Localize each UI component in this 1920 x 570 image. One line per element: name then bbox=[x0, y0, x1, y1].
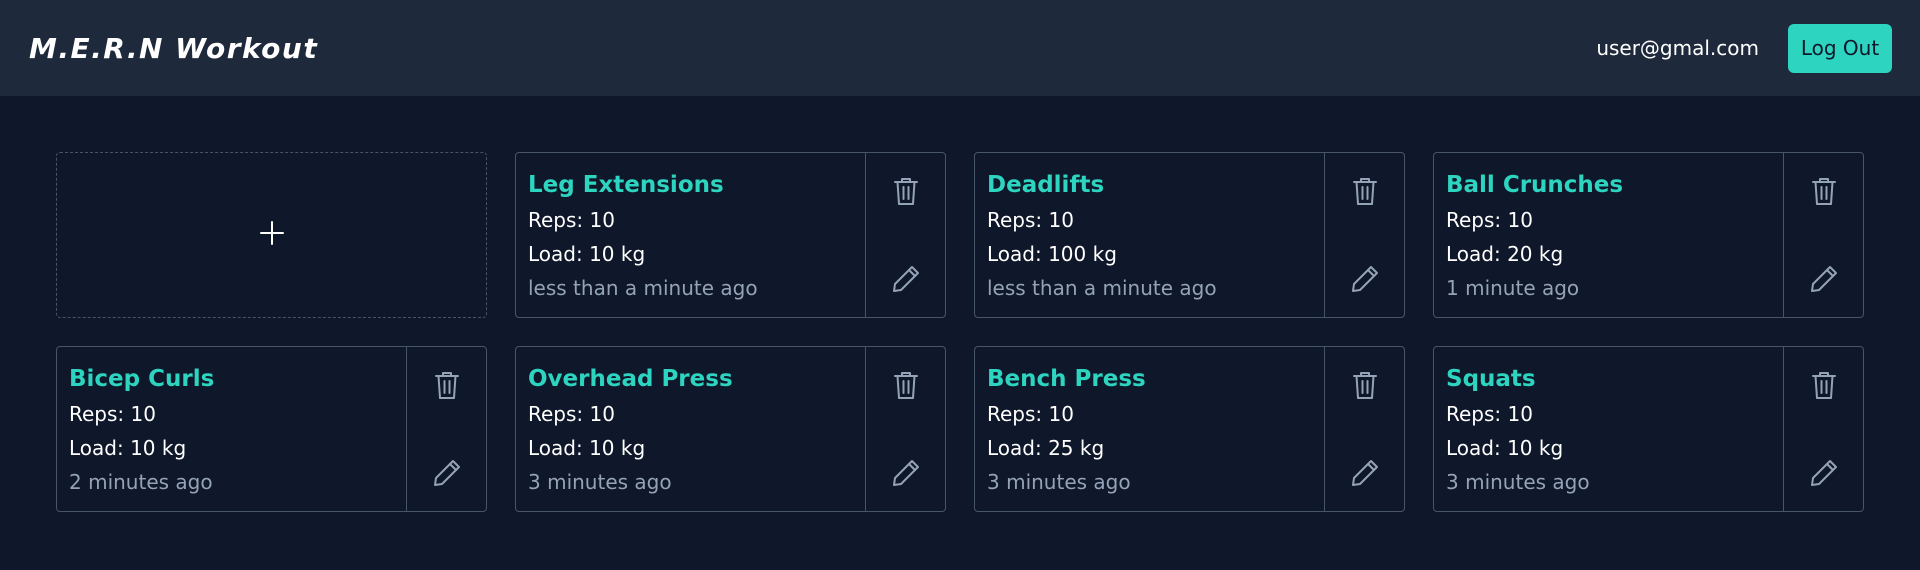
workout-title: Ball Crunches bbox=[1446, 172, 1624, 198]
delete-button[interactable] bbox=[1806, 367, 1842, 403]
workout-actions bbox=[865, 347, 945, 511]
workout-timestamp: 3 minutes ago bbox=[1446, 470, 1590, 494]
trash-icon bbox=[1811, 370, 1837, 400]
workout-title: Squats bbox=[1446, 366, 1536, 392]
workout-title: Overhead Press bbox=[528, 366, 733, 392]
workout-details: Squats Reps: 10 Load: 10 kg 3 minutes ag… bbox=[1434, 347, 1783, 511]
pencil-icon bbox=[891, 264, 921, 294]
delete-button[interactable] bbox=[888, 367, 924, 403]
trash-icon bbox=[893, 370, 919, 400]
workout-card: Bench Press Reps: 10 Load: 25 kg 3 minut… bbox=[974, 346, 1405, 512]
workout-details: Bench Press Reps: 10 Load: 25 kg 3 minut… bbox=[975, 347, 1324, 511]
workout-card: Deadlifts Reps: 10 Load: 100 kg less tha… bbox=[974, 152, 1405, 318]
edit-button[interactable] bbox=[1806, 455, 1842, 491]
workout-reps: Reps: 10 bbox=[528, 402, 615, 426]
workout-load: Load: 10 kg bbox=[69, 436, 187, 460]
edit-button[interactable] bbox=[429, 455, 465, 491]
workout-actions bbox=[1783, 153, 1863, 317]
workout-load: Load: 10 kg bbox=[528, 242, 646, 266]
workout-actions bbox=[1324, 347, 1404, 511]
workout-title: Deadlifts bbox=[987, 172, 1105, 198]
workout-load: Load: 25 kg bbox=[987, 436, 1105, 460]
trash-icon bbox=[1352, 176, 1378, 206]
delete-button[interactable] bbox=[1347, 367, 1383, 403]
workout-details: Bicep Curls Reps: 10 Load: 10 kg 2 minut… bbox=[57, 347, 406, 511]
workout-reps: Reps: 10 bbox=[1446, 402, 1533, 426]
pencil-icon bbox=[1809, 264, 1839, 294]
workout-reps: Reps: 10 bbox=[1446, 208, 1533, 232]
workout-load: Load: 100 kg bbox=[987, 242, 1117, 266]
workout-card: Squats Reps: 10 Load: 10 kg 3 minutes ag… bbox=[1433, 346, 1864, 512]
workout-timestamp: less than a minute ago bbox=[987, 276, 1217, 300]
workout-card: Leg Extensions Reps: 10 Load: 10 kg less… bbox=[515, 152, 946, 318]
logout-button[interactable]: Log Out bbox=[1788, 23, 1892, 73]
workout-load: Load: 10 kg bbox=[1446, 436, 1564, 460]
pencil-icon bbox=[891, 458, 921, 488]
workout-actions bbox=[865, 153, 945, 317]
workout-reps: Reps: 10 bbox=[987, 402, 1074, 426]
delete-button[interactable] bbox=[1806, 173, 1842, 209]
workout-actions bbox=[406, 347, 486, 511]
workout-load: Load: 20 kg bbox=[1446, 242, 1564, 266]
trash-icon bbox=[1811, 176, 1837, 206]
workout-timestamp: 1 minute ago bbox=[1446, 276, 1580, 300]
workout-card: Bicep Curls Reps: 10 Load: 10 kg 2 minut… bbox=[56, 346, 487, 512]
workout-details: Deadlifts Reps: 10 Load: 100 kg less tha… bbox=[975, 153, 1324, 317]
pencil-icon bbox=[1350, 264, 1380, 294]
add-workout-card[interactable] bbox=[56, 152, 487, 318]
workout-title: Leg Extensions bbox=[528, 172, 724, 198]
workout-details: Overhead Press Reps: 10 Load: 10 kg 3 mi… bbox=[516, 347, 865, 511]
trash-icon bbox=[1352, 370, 1378, 400]
pencil-icon bbox=[1809, 458, 1839, 488]
workout-card: Ball Crunches Reps: 10 Load: 20 kg 1 min… bbox=[1433, 152, 1864, 318]
pencil-icon bbox=[1350, 458, 1380, 488]
edit-button[interactable] bbox=[888, 455, 924, 491]
workout-card: Overhead Press Reps: 10 Load: 10 kg 3 mi… bbox=[515, 346, 946, 512]
workout-reps: Reps: 10 bbox=[69, 402, 156, 426]
workout-title: Bench Press bbox=[987, 366, 1146, 392]
workout-grid: Leg Extensions Reps: 10 Load: 10 kg less… bbox=[56, 152, 1864, 512]
user-email: user@gmal.com bbox=[1596, 36, 1759, 60]
workout-load: Load: 10 kg bbox=[528, 436, 646, 460]
workout-reps: Reps: 10 bbox=[528, 208, 615, 232]
workout-actions bbox=[1783, 347, 1863, 511]
navbar: M.E.R.N Workout user@gmal.com Log Out bbox=[0, 0, 1920, 96]
delete-button[interactable] bbox=[888, 173, 924, 209]
workout-timestamp: 3 minutes ago bbox=[528, 470, 672, 494]
workout-title: Bicep Curls bbox=[69, 366, 215, 392]
edit-button[interactable] bbox=[1347, 261, 1383, 297]
workout-reps: Reps: 10 bbox=[987, 208, 1074, 232]
edit-button[interactable] bbox=[1806, 261, 1842, 297]
pencil-icon bbox=[432, 458, 462, 488]
brand-title[interactable]: M.E.R.N Workout bbox=[29, 32, 318, 65]
workout-timestamp: 3 minutes ago bbox=[987, 470, 1131, 494]
trash-icon bbox=[434, 370, 460, 400]
delete-button[interactable] bbox=[429, 367, 465, 403]
edit-button[interactable] bbox=[888, 261, 924, 297]
workout-details: Leg Extensions Reps: 10 Load: 10 kg less… bbox=[516, 153, 865, 317]
workout-actions bbox=[1324, 153, 1404, 317]
workout-timestamp: less than a minute ago bbox=[528, 276, 758, 300]
edit-button[interactable] bbox=[1347, 455, 1383, 491]
trash-icon bbox=[893, 176, 919, 206]
plus-icon bbox=[259, 220, 285, 250]
nav-right: user@gmal.com Log Out bbox=[1596, 23, 1892, 73]
delete-button[interactable] bbox=[1347, 173, 1383, 209]
workout-details: Ball Crunches Reps: 10 Load: 20 kg 1 min… bbox=[1434, 153, 1783, 317]
workout-timestamp: 2 minutes ago bbox=[69, 470, 213, 494]
